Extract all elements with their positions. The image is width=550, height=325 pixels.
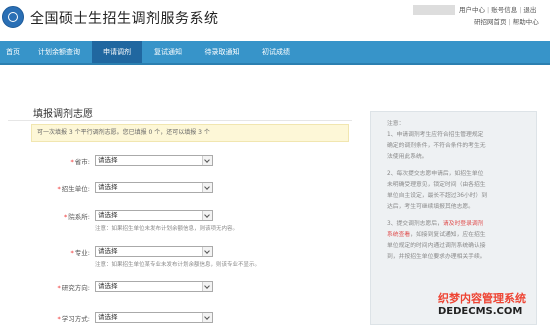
main-nav: 首页 计划余额查询 申请调剂 复试通知 待录取通知 初试成绩: [0, 41, 550, 65]
notice-banner: 可一次填报 3 个平行调剂志愿。您已填报 0 个，还可以填报 3 个: [31, 124, 349, 142]
note-text: 法使用此系统。: [387, 154, 428, 160]
watermark-line2: DEDECMS.COM: [438, 306, 523, 317]
header: 全国硕士生招生调剂服务系统 用户中心 | 账号信息 | 退出 研招网首页 | 帮助中心: [0, 0, 550, 40]
sidebar-note-line: 达后，考生可继续填报其他志愿。: [387, 201, 474, 210]
chevron-down-icon: [202, 313, 212, 322]
department-hint: 注意：如果招生单位未发布计划余额信息，则该项无内容。: [95, 226, 239, 232]
form-divider: [8, 120, 352, 121]
nav-apply-adjustment[interactable]: 申请调剂: [92, 41, 142, 63]
sidebar-note-line: 未明确受理意见，锁定时间（由各招生: [387, 179, 486, 188]
top-links-secondary: 研招网首页 | 帮助中心: [474, 18, 539, 26]
note-text: 达后，考生可继续填报其他志愿。: [387, 204, 474, 210]
note-text: 2、每次提交志愿申请后，如招生单位: [387, 171, 484, 177]
user-center-link[interactable]: 用户中心: [459, 6, 485, 14]
chevron-down-icon: [202, 247, 212, 256]
field-label-research-direction: *研究方向:: [57, 284, 90, 292]
department-select[interactable]: 请选择: [95, 210, 213, 221]
form-title: 填报调剂志愿: [33, 109, 93, 120]
institution-select[interactable]: 请选择: [95, 182, 213, 193]
chevron-down-icon: [202, 211, 212, 220]
field-label-department: *院系所:: [64, 213, 90, 221]
province-select[interactable]: 请选择: [95, 155, 213, 166]
note-text: 确定的调剂条件，不符合条件的考生无: [387, 143, 486, 149]
nav-admission-notice[interactable]: 待录取通知: [194, 41, 250, 63]
sidebar-note-line: 法使用此系统。: [387, 151, 428, 160]
top-links: 用户中心 | 账号信息 | 退出: [459, 6, 537, 14]
chevron-down-icon: [202, 282, 212, 291]
chevron-down-icon: [202, 183, 212, 192]
sidebar-note-line: 确定的调剂条件，不符合条件的考生无: [387, 140, 486, 149]
field-label-study-mode: *学习方式:: [57, 315, 90, 323]
nav-home[interactable]: 首页: [0, 41, 26, 63]
highlight-text: 请及时登录调剂: [442, 221, 484, 227]
watermark: 织梦内容管理系统 DEDECMS.COM: [430, 290, 548, 323]
sidebar-note-line: 系统查看，如接到复试通知，应在招生: [387, 229, 486, 238]
account-info-link[interactable]: 账号信息: [491, 6, 517, 14]
note-text: 注意：: [387, 121, 405, 127]
home-site-link[interactable]: 研招网首页: [474, 18, 507, 26]
note-text: 3、提交调剂志愿后，: [387, 221, 443, 227]
watermark-line1: 织梦内容管理系统: [438, 292, 526, 305]
sidebar-note-line: 到，并按招生单位要求办理相关手续。: [387, 251, 486, 260]
note-text: ，如接到复试通知，应在招生: [410, 232, 486, 238]
sidebar-note-line: 单位自主设定，最长不超过36小时）到: [387, 190, 487, 199]
help-center-link[interactable]: 帮助中心: [513, 18, 539, 26]
note-text: 1、申请调剂考生应符合招生管理规定: [387, 132, 484, 138]
nav-plan-balance[interactable]: 计划余额查询: [30, 41, 88, 63]
major-select[interactable]: 请选择: [95, 246, 213, 257]
logout-link[interactable]: 退出: [523, 6, 536, 14]
note-text: 单位自主设定，最长不超过36小时）到: [387, 193, 488, 199]
sidebar-note-line: 2、每次提交志愿申请后，如招生单位: [387, 168, 483, 177]
field-label-institution: *招生单位:: [57, 185, 90, 193]
username-box: [413, 5, 455, 15]
sidebar-note-line: 1、申请调剂考生应符合招生管理规定: [387, 129, 483, 138]
major-hint: 注意：如果招生单位某专业未发布计划余额信息，则该专业不显示。: [95, 262, 261, 268]
nav-retest-notice[interactable]: 复试通知: [145, 41, 191, 63]
highlight-text: 系统查看: [387, 232, 411, 238]
chevron-down-icon: [202, 156, 212, 165]
logo-icon: [2, 6, 24, 28]
site-title: 全国硕士生招生调剂服务系统: [30, 11, 219, 27]
research-direction-select[interactable]: 请选择: [95, 281, 213, 292]
field-label-province: *省市:: [70, 158, 90, 166]
sidebar-note-line: 单位规定的时间内通过调剂系统确认接: [387, 240, 486, 249]
nav-exam-scores[interactable]: 初试成绩: [252, 41, 300, 63]
study-mode-select[interactable]: 请选择: [95, 312, 213, 323]
note-text: 到，并按招生单位要求办理相关手续。: [387, 254, 486, 260]
note-text: 未明确受理意见，锁定时间（由各招生: [387, 182, 486, 188]
sidebar-note-line: 注意：: [387, 118, 404, 127]
sidebar-note-line: 3、提交调剂志愿后，请及时登录调剂: [387, 218, 483, 227]
note-text: 单位规定的时间内通过调剂系统确认接: [387, 243, 486, 249]
field-label-major: *专业:: [70, 249, 90, 257]
